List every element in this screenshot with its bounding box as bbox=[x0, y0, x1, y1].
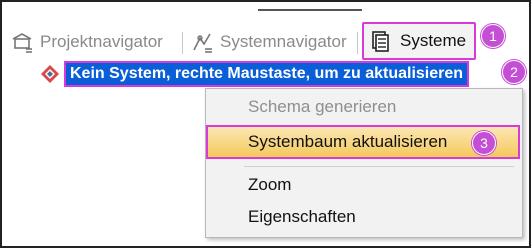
callout-badge-2: 2 bbox=[502, 60, 526, 84]
menu-item-zoom[interactable]: Zoom bbox=[206, 171, 522, 199]
tab-systemnavigator[interactable]: Systemnavigator bbox=[190, 27, 347, 57]
tab-systeme-label: Systeme bbox=[400, 31, 467, 50]
menu-separator bbox=[244, 166, 514, 167]
project-navigator-icon bbox=[12, 33, 32, 53]
system-navigator-icon bbox=[193, 33, 212, 53]
navigator-tab-bar: Projektnavigator Systemnavigator Systeme bbox=[2, 22, 529, 60]
top-divider bbox=[258, 9, 362, 11]
window-frame: Projektnavigator Systemnavigator Systeme bbox=[0, 0, 531, 248]
callout-badge-1: 1 bbox=[481, 24, 505, 48]
tree-root-item[interactable]: Kein System, rechte Maustaste, um zu akt… bbox=[40, 61, 470, 87]
menu-item-label: Schema generieren bbox=[248, 97, 397, 116]
menu-item-schema-generieren[interactable]: Schema generieren bbox=[206, 93, 522, 121]
tab-projektnavigator-label: Projektnavigator bbox=[40, 32, 163, 51]
systems-icon bbox=[372, 31, 389, 52]
system-tree-icon bbox=[41, 65, 59, 83]
menu-item-eigenschaften[interactable]: Eigenschaften bbox=[206, 203, 522, 231]
tab-projektnavigator[interactable]: Projektnavigator bbox=[10, 27, 163, 57]
tree-root-label[interactable]: Kein System, rechte Maustaste, um zu akt… bbox=[64, 61, 470, 87]
context-menu: Schema generieren Systembaum aktualisier… bbox=[205, 88, 523, 238]
callout-badge-3: 3 bbox=[472, 131, 496, 155]
menu-item-label: Eigenschaften bbox=[248, 207, 356, 226]
tab-systeme[interactable]: Systeme bbox=[362, 22, 477, 60]
menu-item-label: Zoom bbox=[248, 175, 292, 194]
tab-systemnavigator-label: Systemnavigator bbox=[220, 32, 347, 51]
tab-separator bbox=[182, 32, 183, 54]
tab-separator bbox=[357, 32, 358, 54]
menu-item-label: Systembaum aktualisieren bbox=[248, 132, 448, 151]
